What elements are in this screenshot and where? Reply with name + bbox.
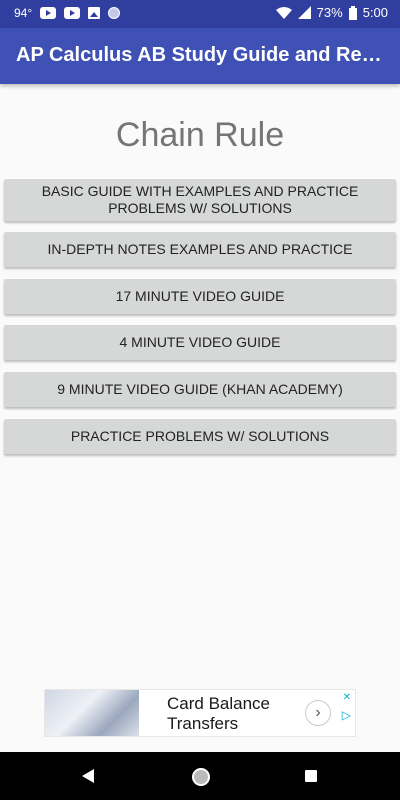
- ad-text[interactable]: Card Balance Transfers: [167, 694, 270, 734]
- recent-apps-icon[interactable]: [305, 770, 317, 782]
- in-depth-notes-button[interactable]: IN-DEPTH NOTES EXAMPLES AND PRACTICE: [4, 232, 396, 267]
- 17-minute-video-button[interactable]: 17 MINUTE VIDEO GUIDE: [4, 279, 396, 314]
- youtube-icon: [40, 7, 57, 19]
- ad-text-line2: Transfers: [167, 714, 239, 733]
- back-icon[interactable]: [82, 769, 94, 783]
- ad-text-line1: Card Balance: [167, 694, 271, 713]
- app-title: AP Calculus AB Study Guide and Resources: [16, 44, 386, 66]
- 4-minute-video-button[interactable]: 4 MINUTE VIDEO GUIDE: [4, 325, 396, 360]
- practice-problems-button[interactable]: PRACTICE PROBLEMS W/ SOLUTIONS: [4, 419, 396, 454]
- page-title: Chain Rule: [115, 116, 285, 154]
- status-left: 94°: [14, 6, 121, 20]
- 9-minute-video-button[interactable]: 9 MINUTE VIDEO GUIDE (KHAN ACADEMY): [4, 372, 396, 407]
- ad-image: [45, 690, 139, 736]
- battery-percent: 73%: [316, 5, 343, 20]
- ad-banner[interactable]: Card Balance Transfers › ✕ ▷: [44, 689, 356, 737]
- status-bar: 94° 73% 5:00: [0, 0, 400, 28]
- clock: 5:00: [362, 5, 388, 20]
- ad-close-icon[interactable]: ✕: [343, 692, 351, 703]
- ad-choices-icon[interactable]: ▷: [342, 708, 351, 722]
- ad-arrow-icon[interactable]: ›: [305, 700, 331, 726]
- wifi-icon: [275, 6, 292, 19]
- home-icon[interactable]: [192, 768, 210, 786]
- circle-icon: [108, 7, 121, 19]
- basic-guide-button[interactable]: BASIC GUIDE WITH EXAMPLES AND PRACTICE P…: [4, 179, 396, 221]
- youtube-icon: [64, 7, 81, 19]
- status-right: 73% 5:00: [275, 5, 388, 20]
- navigation-bar: [0, 752, 400, 800]
- app-bar: AP Calculus AB Study Guide and Resources: [0, 28, 400, 84]
- signal-icon: [297, 6, 311, 19]
- battery-icon: [348, 5, 357, 20]
- photo-icon: [88, 7, 101, 19]
- temperature-label: 94°: [14, 6, 33, 20]
